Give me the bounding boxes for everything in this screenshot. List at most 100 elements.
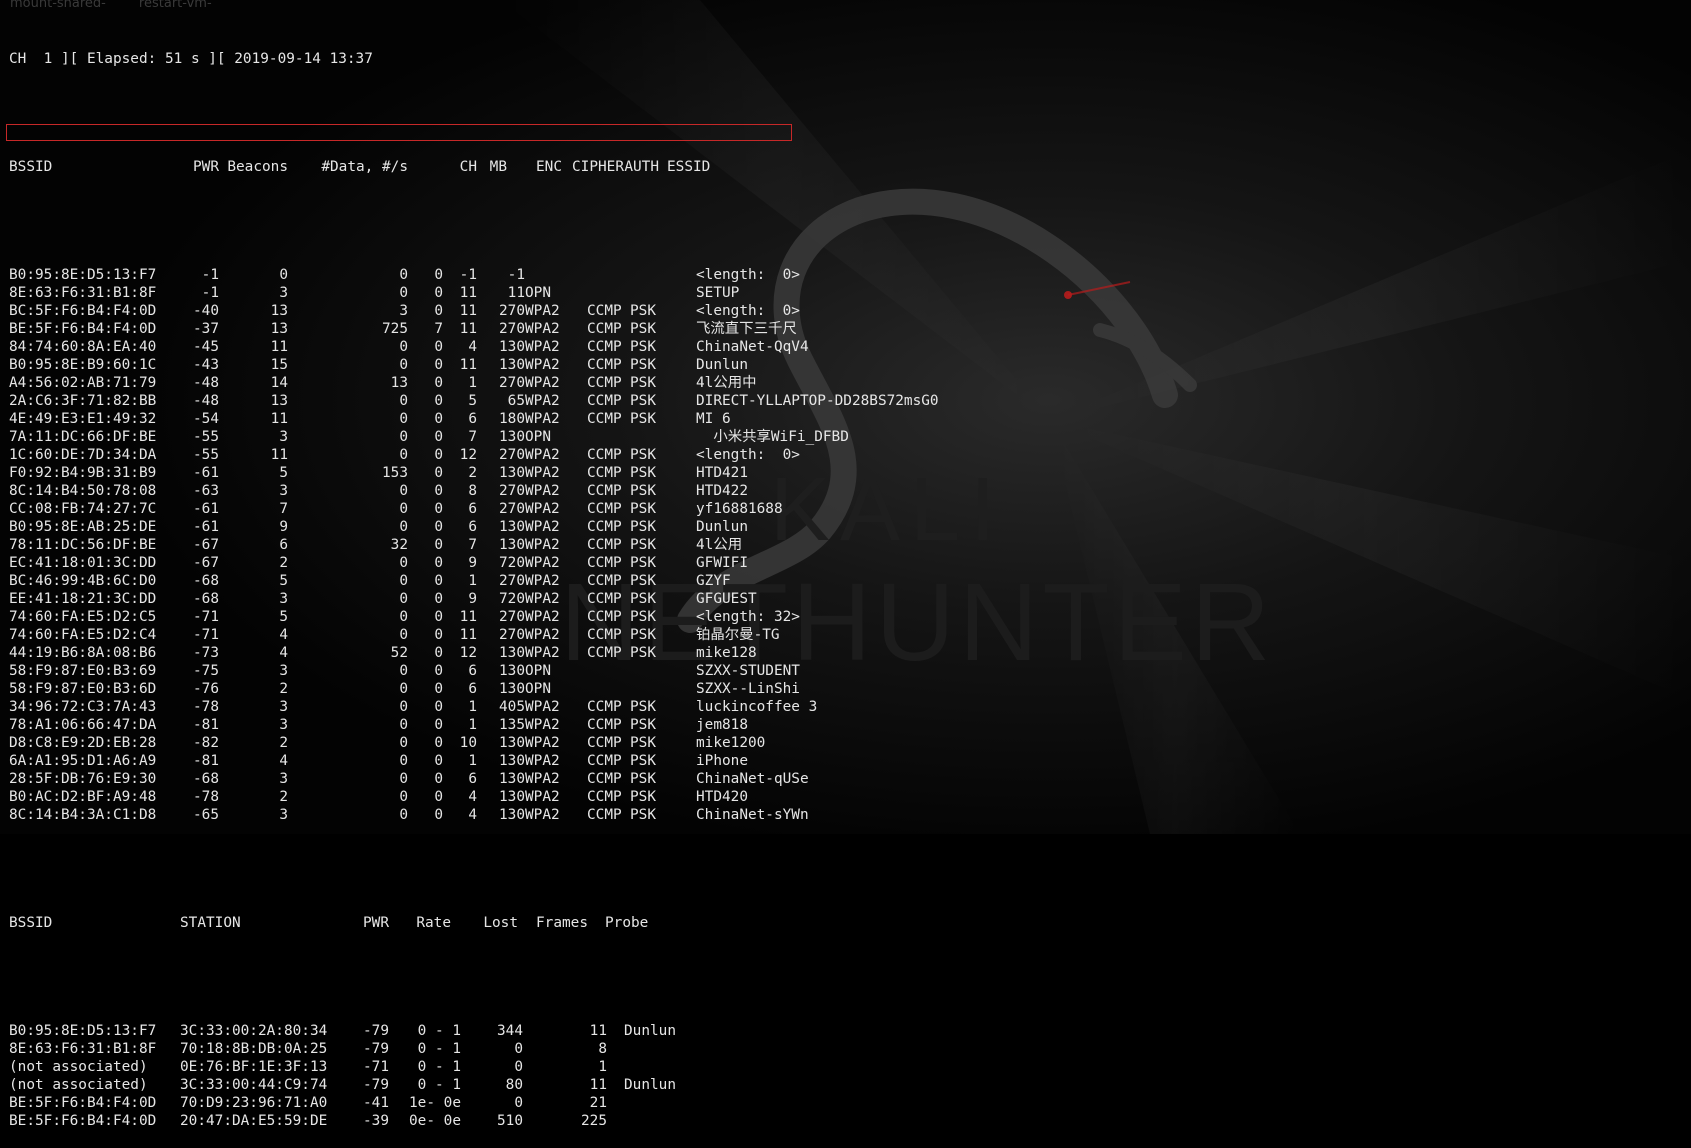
ap-row: BE:5F:F6:B4:F4:0D -37 13 725 7 11 270WPA2 CCMP P… (9, 320, 939, 338)
ap-cell-per-sec: 0 (434, 465, 443, 481)
ap-cell-bssid: EC:41:18:01:3C:DD (9, 555, 157, 571)
ap-cell-mb: 270 (499, 447, 525, 463)
station-cell-pwr: -79 (363, 1077, 389, 1093)
ap-cell-enc: WPA2 (525, 357, 560, 373)
ap-cell-pwr: -75 (193, 663, 219, 679)
ap-cell-pwr: -67 (193, 555, 219, 571)
ap-cell-auth: PSK (630, 771, 656, 787)
ap-header-pwr: PWR (193, 159, 219, 175)
ap-cell-bssid: BE:5F:F6:B4:F4:0D (9, 321, 157, 337)
ap-row: 4E:49:E3:E1:49:32 -54 11 0 0 6 180WPA2 CCMP PSK M… (9, 410, 939, 428)
ap-row: 74:60:FA:E5:D2:C5 -71 5 0 0 11 270WPA2 CCMP PSK <… (9, 608, 939, 626)
ap-row: EE:41:18:21:3C:DD -68 3 0 0 9 720WPA2 CCMP PSK GF… (9, 590, 939, 608)
ap-cell-essid: MI 6 (696, 411, 731, 427)
ap-cell-bssid: B0:95:8E:AB:25:DE (9, 519, 157, 535)
ap-cell-cipher: CCMP (587, 771, 622, 787)
ap-cell-cipher: CCMP (587, 357, 622, 373)
ap-cell-essid: <length: 0> (696, 303, 800, 319)
ap-row: 78:A1:06:66:47:DA -81 3 0 0 1 135WPA2 CCMP PSK je… (9, 716, 939, 734)
station-row: B0:95:8E:D5:13:F7 3C:33:00:2A:80:34 -79 0 -… (9, 1022, 939, 1040)
ap-cell-mb: 130 (499, 339, 525, 355)
ap-cell-ch: 8 (468, 483, 477, 499)
ap-cell-pwr: -55 (193, 429, 219, 445)
station-cell-pwr: -79 (363, 1023, 389, 1039)
ap-cell-ch: 11 (459, 357, 477, 373)
ap-cell-data: 0 (399, 519, 408, 535)
ap-cell-per-sec: 0 (434, 627, 443, 643)
ap-row: 58:F9:87:E0:B3:6D -76 2 0 0 6 130OPN SZXX--LinS… (9, 680, 939, 698)
ap-cell-auth: PSK (630, 483, 656, 499)
ap-cell-auth: PSK (630, 303, 656, 319)
ap-cell-auth: PSK (630, 645, 656, 661)
ap-cell-mb: 11 (507, 285, 525, 301)
ap-cell-ch: 1 (468, 573, 477, 589)
ap-cell-beacons: 4 (279, 753, 288, 769)
ap-cell-beacons: 13 (270, 393, 288, 409)
ap-cell-pwr: -73 (193, 645, 219, 661)
ap-cell-enc: WPA2 (525, 555, 560, 571)
ap-cell-enc: WPA2 (525, 699, 560, 715)
ap-cell-beacons: 3 (279, 285, 288, 301)
ap-cell-beacons: 2 (279, 789, 288, 805)
station-cell-frames: 1 (598, 1059, 607, 1075)
ap-cell-ch: 11 (459, 627, 477, 643)
ap-cell-enc: WPA2 (525, 789, 560, 805)
ap-cell-auth: PSK (630, 573, 656, 589)
ap-cell-per-sec: 0 (434, 375, 443, 391)
station-cell-pwr: -39 (363, 1113, 389, 1129)
ap-cell-enc: OPN (525, 285, 551, 301)
ap-cell-ch: 1 (468, 375, 477, 391)
ap-cell-auth: PSK (630, 609, 656, 625)
ap-cell-ch: 11 (459, 321, 477, 337)
ap-cell-per-sec: 0 (434, 267, 443, 283)
ap-cell-pwr: -71 (193, 627, 219, 643)
ap-cell-pwr: -81 (193, 753, 219, 769)
ap-cell-essid: Dunlun (696, 357, 748, 373)
ap-cell-mb: 270 (499, 501, 525, 517)
ap-cell-essid: HTD420 (696, 789, 748, 805)
ap-cell-essid: luckincoffee 3 (696, 699, 818, 715)
ap-cell-per-sec: 0 (434, 591, 443, 607)
ap-cell-pwr: -1 (201, 267, 219, 283)
station-row: 8E:63:F6:31:B1:8F 70:18:8B:DB:0A:25 -79 0 -… (9, 1040, 939, 1058)
ap-cell-bssid: B0:95:8E:D5:13:F7 (9, 267, 157, 283)
ap-cell-enc: WPA2 (525, 627, 560, 643)
ap-row: BC:46:99:4B:6C:D0 -68 5 0 0 1 270WPA2 CCMP PSK GZ… (9, 572, 939, 590)
ap-cell-data: 3 (399, 303, 408, 319)
ap-cell-cipher: CCMP (587, 375, 622, 391)
ap-cell-essid: 4l公用 (696, 537, 743, 553)
ap-cell-data: 0 (399, 393, 408, 409)
ap-cell-per-sec: 0 (434, 681, 443, 697)
ap-cell-data: 153 (382, 465, 408, 481)
ap-cell-mb: 130 (499, 519, 525, 535)
ap-cell-ch: -1 (459, 267, 477, 283)
ap-cell-data: 0 (399, 753, 408, 769)
station-cell-bssid: (not associated) (9, 1059, 148, 1075)
ap-cell-bssid: 78:11:DC:56:DF:BE (9, 537, 157, 553)
ap-cell-per-sec: 0 (434, 555, 443, 571)
ap-cell-pwr: -76 (193, 681, 219, 697)
ap-cell-auth: PSK (630, 717, 656, 733)
ap-cell-enc: WPA2 (525, 735, 560, 751)
ap-row: 84:74:60:8A:EA:40 -45 11 0 0 4 130WPA2 CCMP PSK C… (9, 338, 939, 356)
ap-cell-beacons: 5 (279, 465, 288, 481)
ap-cell-essid: <length: 0> (696, 267, 800, 283)
ap-cell-data: 0 (399, 285, 408, 301)
ap-row: D8:C8:E9:2D:EB:28 -82 2 0 0 10 130WPA2 CCMP PSK m… (9, 734, 939, 752)
ap-cell-bssid: B0:95:8E:B9:60:1C (9, 357, 157, 373)
ap-row: CC:08:FB:74:27:7C -61 7 0 0 6 270WPA2 CCMP PSK yf… (9, 500, 939, 518)
ap-cell-auth: PSK (630, 321, 656, 337)
ap-cell-bssid: 58:F9:87:E0:B3:6D (9, 681, 157, 697)
ap-cell-auth: PSK (630, 555, 656, 571)
ap-cell-bssid: 58:F9:87:E0:B3:69 (9, 663, 157, 679)
ap-cell-per-sec: 0 (434, 303, 443, 319)
ap-cell-bssid: A4:56:02:AB:71:79 (9, 375, 157, 391)
ap-cell-per-sec: 0 (434, 339, 443, 355)
ap-cell-data: 725 (382, 321, 408, 337)
ap-cell-cipher: CCMP (587, 699, 622, 715)
ghost-desktop-labels: mount-shared- restart-vm- (10, 0, 212, 11)
ap-cell-enc: WPA2 (525, 591, 560, 607)
ap-cell-mb: 130 (499, 645, 525, 661)
station-row: BE:5F:F6:B4:F4:0D 20:47:DA:E5:59:DE -39 0e-… (9, 1112, 939, 1130)
ap-row: 7A:11:DC:66:DF:BE -55 3 0 0 7 130OPN 小米共享WiFi_… (9, 428, 939, 446)
